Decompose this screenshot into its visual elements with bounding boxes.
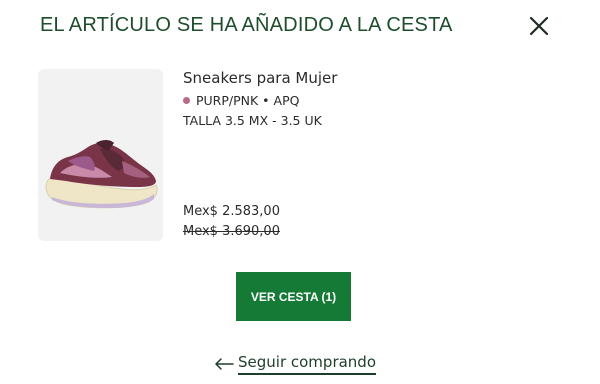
view-cart-button[interactable]: VER CESTA (1) xyxy=(236,272,351,321)
continue-shopping-label: Seguir comprando xyxy=(238,353,377,375)
product-price: Mex$ 2.583,00 xyxy=(183,204,280,219)
sneaker-image xyxy=(45,140,158,209)
arrow-left-icon xyxy=(215,358,234,370)
close-button[interactable] xyxy=(526,13,552,39)
product-size: TALLA 3.5 MX - 3.5 UK xyxy=(183,113,322,128)
continue-shopping-link[interactable]: Seguir comprando xyxy=(214,352,377,376)
product-color: PURP/PNK • APQ xyxy=(183,93,299,108)
color-swatch xyxy=(183,97,190,104)
modal-title: EL ARTÍCULO SE HA AÑADIDO A LA CESTA xyxy=(40,14,453,36)
product-image[interactable] xyxy=(38,69,163,241)
product-original-price: Mex$ 3.690,00 xyxy=(183,224,280,239)
product-color-label: PURP/PNK • APQ xyxy=(196,93,300,108)
close-icon xyxy=(529,16,549,36)
product-name[interactable]: Sneakers para Mujer xyxy=(183,69,337,87)
